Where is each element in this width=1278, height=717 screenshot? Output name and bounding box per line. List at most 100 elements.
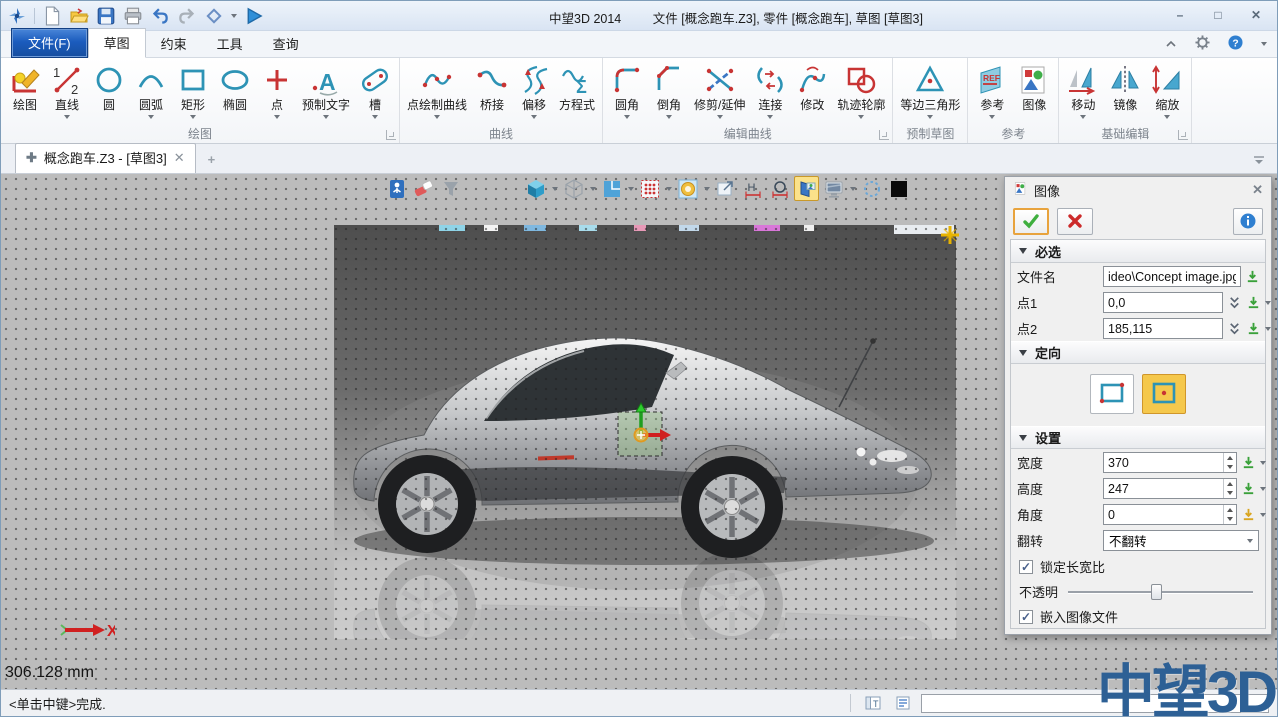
width-options-caret[interactable]: [1260, 461, 1266, 465]
panel-toggle-icon[interactable]: T: [861, 693, 885, 714]
ribbon-button[interactable]: 偏移: [513, 60, 555, 126]
view-circle-icon[interactable]: [675, 176, 700, 201]
orient-center-point-button[interactable]: [1142, 374, 1186, 414]
dropdown-caret[interactable]: [702, 187, 711, 191]
print-button[interactable]: [123, 6, 143, 26]
run-play-button[interactable]: [244, 6, 264, 26]
info-button[interactable]: [1233, 208, 1263, 235]
save-button[interactable]: [96, 6, 116, 26]
marquee-icon[interactable]: [859, 176, 884, 201]
expand-chevrons-icon[interactable]: [1227, 293, 1242, 313]
document-tab-active[interactable]: ✚ 概念跑车.Z3 - [草图3] ✕: [15, 143, 196, 173]
undo-button[interactable]: [150, 6, 170, 26]
section-required[interactable]: 必选: [1011, 240, 1265, 263]
orient-corner-points-button[interactable]: [1090, 374, 1134, 414]
dropdown-caret[interactable]: [323, 112, 329, 121]
ok-button[interactable]: [1013, 208, 1049, 235]
dropdown-caret[interactable]: [848, 187, 857, 191]
ribbon-button[interactable]: 12直线: [46, 60, 88, 126]
tab-file[interactable]: 文件(F): [11, 28, 88, 58]
angle-options-caret[interactable]: [1260, 513, 1266, 517]
dropdown-caret[interactable]: [531, 112, 537, 121]
expand-chevrons-icon[interactable]: [1227, 319, 1242, 339]
settings-gear-icon[interactable]: [1195, 35, 1210, 53]
point2-input[interactable]: [1103, 318, 1223, 339]
height-input[interactable]: [1103, 478, 1237, 499]
dropdown-caret[interactable]: [148, 112, 154, 121]
dropdown-caret[interactable]: [666, 112, 672, 121]
dialog-launcher-icon[interactable]: [386, 130, 396, 140]
tab-constraint[interactable]: 约束: [146, 30, 202, 58]
dialog-launcher-icon[interactable]: [879, 130, 889, 140]
load-file-icon[interactable]: [1245, 267, 1260, 287]
ribbon-button[interactable]: 镜像: [1104, 60, 1146, 126]
wireframe-cube-icon[interactable]: [561, 176, 586, 201]
angle-spinner[interactable]: [1223, 505, 1236, 524]
dropdown-caret[interactable]: [767, 112, 773, 121]
section-settings[interactable]: 设置: [1011, 426, 1265, 449]
ribbon-button[interactable]: 圆弧: [130, 60, 172, 126]
pick-point-icon[interactable]: [1246, 319, 1261, 339]
shaded-cube-icon[interactable]: [523, 176, 548, 201]
pick-point-icon[interactable]: [1246, 293, 1261, 313]
window-export-icon[interactable]: [713, 176, 738, 201]
opacity-slider[interactable]: [1068, 583, 1253, 601]
qat-customize-caret[interactable]: [231, 14, 237, 18]
dropdown-caret[interactable]: [989, 112, 995, 121]
tab-overflow-icon[interactable]: [1253, 153, 1265, 168]
ribbon-button[interactable]: 倒角: [648, 60, 690, 126]
help-caret[interactable]: [1261, 42, 1267, 46]
ribbon-button[interactable]: 图像: [1013, 60, 1055, 126]
tab-inquire[interactable]: 查询: [258, 30, 314, 58]
dim-radial-icon[interactable]: [767, 176, 792, 201]
dropdown-caret[interactable]: [190, 112, 196, 121]
close-button[interactable]: ✕: [1245, 7, 1267, 23]
dropdown-caret[interactable]: [550, 187, 559, 191]
notes-list-icon[interactable]: [891, 693, 915, 714]
ribbon-button[interactable]: 椭圆: [214, 60, 256, 126]
dialog-launcher-icon[interactable]: [1178, 130, 1188, 140]
sketch-canvas[interactable]: H 306.128 mm X: [1, 174, 1277, 691]
dropdown-caret[interactable]: [717, 112, 723, 121]
cancel-button[interactable]: [1057, 208, 1093, 235]
image-plane-icon[interactable]: [794, 176, 819, 201]
pick-width-icon[interactable]: [1241, 453, 1256, 473]
height-spinner[interactable]: [1223, 479, 1236, 498]
gizmo-dropdown-button[interactable]: [204, 6, 224, 26]
ribbon-button[interactable]: 桥接: [471, 60, 513, 126]
restore-button[interactable]: □: [1207, 7, 1229, 23]
open-file-button[interactable]: [69, 6, 89, 26]
dropdown-caret[interactable]: [1164, 112, 1170, 121]
pick-height-icon[interactable]: [1241, 479, 1256, 499]
exit-sketch-icon[interactable]: [384, 176, 409, 201]
ribbon-button[interactable]: 圆角: [606, 60, 648, 126]
ribbon-button[interactable]: 缩放: [1146, 60, 1188, 126]
width-input[interactable]: [1103, 452, 1237, 473]
tab-tools[interactable]: 工具: [202, 30, 258, 58]
dropdown-caret[interactable]: [274, 112, 280, 121]
minimize-button[interactable]: –: [1169, 7, 1191, 23]
new-document-tab-button[interactable]: +: [196, 148, 228, 173]
image-drag-widget[interactable]: [614, 402, 672, 460]
collapse-ribbon-icon[interactable]: [1165, 37, 1177, 52]
height-options-caret[interactable]: [1260, 487, 1266, 491]
ribbon-button[interactable]: REF参考: [971, 60, 1013, 126]
tab-sketch[interactable]: 草图: [88, 28, 146, 58]
point1-options-caret[interactable]: [1265, 301, 1271, 305]
point-grid-icon[interactable]: [637, 176, 662, 201]
ribbon-button[interactable]: Σ方程式: [555, 60, 599, 126]
dropdown-caret[interactable]: [626, 187, 635, 191]
ribbon-button[interactable]: 修剪/延伸: [690, 60, 749, 126]
help-icon[interactable]: ?: [1228, 35, 1243, 53]
dropdown-caret[interactable]: [858, 112, 864, 121]
dropdown-caret[interactable]: [927, 112, 933, 121]
dropdown-caret[interactable]: [588, 187, 597, 191]
embed-image-checkbox[interactable]: [1019, 610, 1033, 624]
point2-options-caret[interactable]: [1265, 327, 1271, 331]
display-monitor-icon[interactable]: [821, 176, 846, 201]
dropdown-caret[interactable]: [1080, 112, 1086, 121]
opacity-slider-thumb[interactable]: [1151, 584, 1162, 600]
dropdown-caret[interactable]: [624, 112, 630, 121]
dropdown-caret[interactable]: [664, 187, 673, 191]
dropdown-caret[interactable]: [434, 112, 440, 121]
